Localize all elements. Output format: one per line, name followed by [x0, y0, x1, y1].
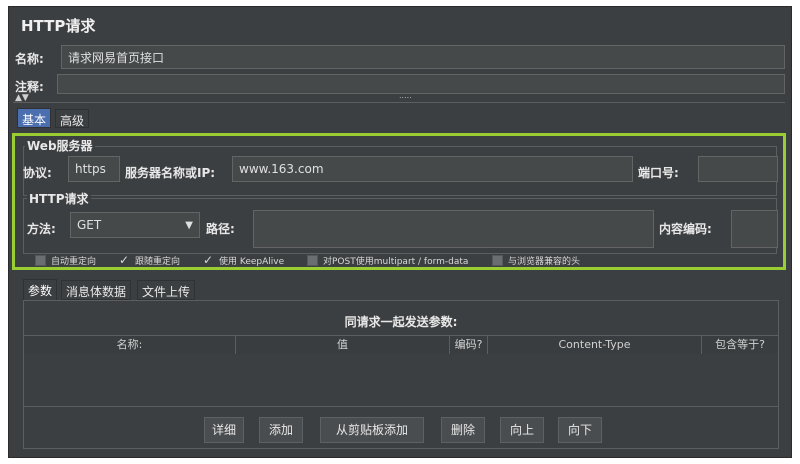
keepalive-option[interactable]: ✓ 使用 KeepAlive	[202, 253, 284, 267]
multipart-option[interactable]: 对POST使用multipart / form-data	[307, 254, 468, 267]
method-select[interactable]: GET ▼	[70, 212, 200, 238]
keepalive-label: 使用 KeepAlive	[219, 256, 285, 267]
tab-body-data[interactable]: 消息体数据	[61, 280, 132, 300]
path-label: 路径:	[206, 222, 235, 236]
tab-file-upload[interactable]: 文件上传	[137, 280, 196, 300]
params-table-body[interactable]	[24, 354, 778, 407]
collapse-arrows-icon[interactable]: ▲▼	[15, 94, 29, 103]
move-down-button[interactable]: 向下	[558, 417, 602, 443]
follow-redirect-option[interactable]: ✓ 跟随重定向	[118, 253, 180, 267]
protocol-label: 协议:	[23, 166, 52, 180]
splitter-grip[interactable]: .....	[399, 91, 412, 100]
method-label: 方法:	[27, 222, 56, 236]
checkmark-icon[interactable]: ✓	[118, 253, 130, 267]
web-server-title: Web服务器	[25, 137, 95, 154]
encoding-field[interactable]	[731, 210, 778, 248]
encoding-label: 内容编码:	[659, 222, 712, 236]
method-value: GET	[77, 218, 102, 232]
port-label: 端口号:	[638, 166, 679, 180]
port-field[interactable]	[698, 156, 778, 182]
window-frame: HTTP请求 名称: 请求网易首页接口 注释: ▲▼ ..... 基本 高级 W…	[0, 0, 800, 464]
http-request-panel: HTTP请求 名称: 请求网易首页接口 注释: ▲▼ ..... 基本 高级 W…	[8, 6, 792, 458]
follow-redirect-label: 跟随重定向	[135, 256, 181, 267]
chevron-down-icon[interactable]: ▼	[185, 217, 193, 235]
multipart-label: 对POST使用multipart / form-data	[323, 257, 469, 267]
column-include-equals-header[interactable]: 包含等于?	[702, 336, 778, 354]
tab-params[interactable]: 参数	[23, 279, 58, 300]
highlight-box: Web服务器 协议: https 服务器名称或IP: www.163.com 端…	[12, 133, 786, 270]
detail-button[interactable]: 详细	[204, 417, 244, 443]
browser-headers-checkbox[interactable]	[492, 255, 503, 266]
name-label: 名称:	[15, 52, 44, 66]
column-name-header[interactable]: 名称:	[24, 336, 236, 354]
name-field[interactable]: 请求网易首页接口	[61, 45, 785, 69]
multipart-checkbox[interactable]	[307, 255, 318, 266]
protocol-field[interactable]: https	[68, 156, 120, 182]
splitter-line	[13, 102, 785, 103]
params-table-header: 名称: 值 编码? Content-Type 包含等于?	[24, 335, 778, 355]
add-from-clipboard-button[interactable]: 从剪贴板添加	[320, 417, 424, 443]
comment-field[interactable]	[57, 74, 785, 94]
delete-button[interactable]: 删除	[441, 417, 485, 443]
params-heading: 同请求一起发送参数:	[344, 315, 458, 329]
auto-redirect-label: 自动重定向	[51, 257, 97, 267]
tab-advanced[interactable]: 高级	[55, 109, 90, 128]
add-button[interactable]: 添加	[259, 417, 303, 443]
server-label: 服务器名称或IP:	[125, 166, 216, 180]
browser-headers-label: 与浏览器兼容的头	[508, 257, 581, 267]
params-panel: 同请求一起发送参数: 名称: 值 编码? Content-Type 包含等于? …	[23, 300, 779, 449]
tab-basic[interactable]: 基本	[17, 108, 52, 128]
http-request-title: HTTP请求	[27, 190, 91, 207]
server-field[interactable]: www.163.com	[232, 156, 633, 182]
auto-redirect-checkbox[interactable]	[35, 255, 46, 266]
browser-headers-option[interactable]: 与浏览器兼容的头	[492, 254, 580, 267]
auto-redirect-option[interactable]: 自动重定向	[35, 254, 96, 267]
column-value-header[interactable]: 值	[236, 336, 450, 354]
column-content-type-header[interactable]: Content-Type	[488, 336, 702, 354]
column-encode-header[interactable]: 编码?	[450, 336, 488, 354]
path-field[interactable]	[253, 210, 654, 248]
move-up-button[interactable]: 向上	[500, 417, 544, 443]
panel-title: HTTP请求	[21, 17, 96, 35]
checkmark-icon[interactable]: ✓	[202, 253, 214, 267]
